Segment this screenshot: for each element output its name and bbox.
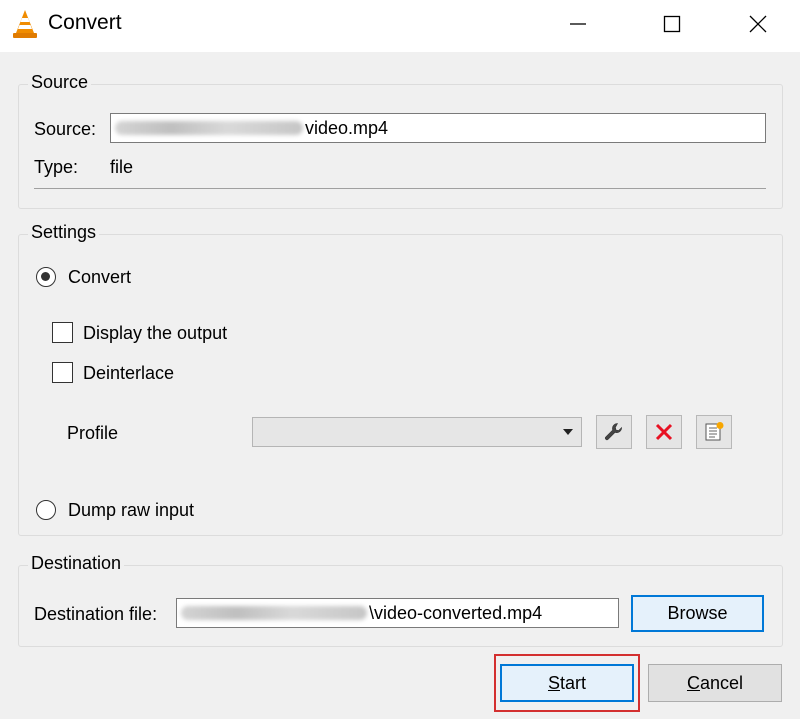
start-button[interactable]: Start: [500, 664, 634, 702]
chevron-down-icon: [563, 429, 573, 435]
source-label: Source:: [34, 119, 97, 139]
edit-profile-button[interactable]: [596, 415, 632, 449]
source-divider: [34, 188, 766, 189]
type-value: file: [110, 157, 134, 177]
new-profile-icon: [705, 422, 724, 441]
source-legend: Source: [28, 72, 92, 93]
destination-file-input[interactable]: \video-converted.mp4: [176, 598, 619, 628]
new-profile-button[interactable]: [696, 415, 732, 449]
deinterlace-checkbox[interactable]: [52, 362, 73, 383]
wrench-icon: [605, 423, 622, 441]
start-accelerator: S: [547, 672, 560, 693]
destination-file-value: \video-converted.mp4: [369, 603, 543, 623]
redacted-path: [115, 121, 303, 135]
close-icon: [749, 15, 767, 33]
settings-legend: Settings: [28, 222, 100, 243]
browse-button[interactable]: Browse: [631, 595, 764, 632]
delete-profile-button[interactable]: [646, 415, 682, 449]
redacted-path: [181, 606, 367, 620]
minimize-icon: [570, 23, 586, 25]
cancel-accelerator: C: [686, 672, 700, 693]
profile-label: Profile: [67, 423, 119, 443]
title-bar: Convert: [0, 0, 800, 52]
deinterlace-label[interactable]: Deinterlace: [83, 363, 174, 384]
convert-label[interactable]: Convert: [68, 267, 131, 288]
display-output-checkbox[interactable]: [52, 322, 73, 343]
minimize-button[interactable]: [548, 0, 608, 48]
convert-radio[interactable]: [36, 267, 56, 287]
dump-raw-label[interactable]: Dump raw input: [68, 500, 194, 521]
delete-x-icon: [655, 423, 673, 441]
cancel-button[interactable]: Cancel: [648, 664, 782, 702]
settings-group: [18, 234, 783, 536]
destination-legend: Destination: [28, 553, 125, 574]
dump-raw-radio[interactable]: [36, 500, 56, 520]
maximize-icon: [663, 15, 681, 33]
close-button[interactable]: [728, 0, 788, 48]
window-title: Convert: [48, 11, 122, 34]
vlc-cone-icon: [13, 10, 37, 38]
cancel-label: ancel: [699, 672, 744, 693]
source-value: video.mp4: [305, 118, 389, 138]
display-output-label[interactable]: Display the output: [83, 323, 227, 344]
source-input[interactable]: video.mp4: [110, 113, 766, 143]
type-label: Type:: [34, 157, 79, 177]
maximize-button[interactable]: [642, 0, 702, 48]
source-group: [18, 84, 783, 209]
destination-file-label: Destination file:: [34, 604, 158, 624]
profile-select[interactable]: [252, 417, 582, 447]
start-label: tart: [560, 672, 587, 693]
